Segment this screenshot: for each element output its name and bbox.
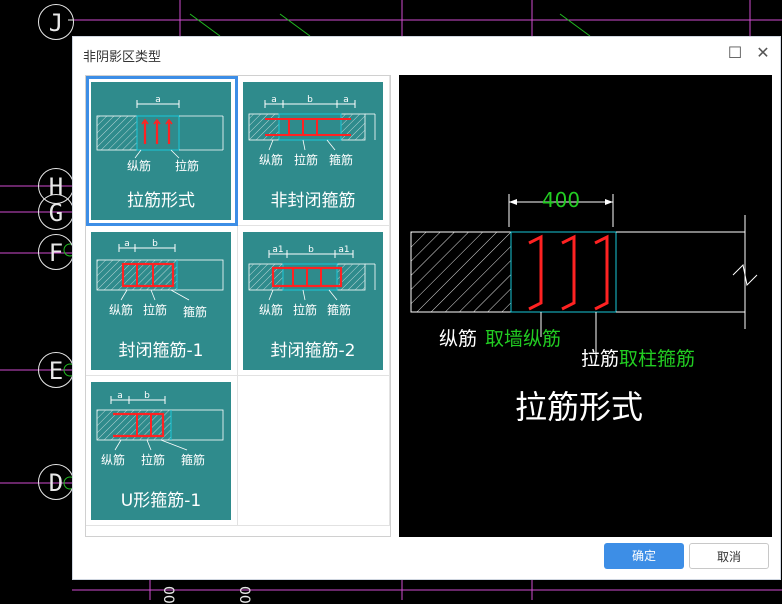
option-label: 拉筋形式 <box>127 191 195 211</box>
option-tile: a1 b a1 纵筋 拉筋 箍筋 封闭箍筋-2 <box>243 232 383 370</box>
option-u-stirrup-1[interactable]: a b 纵筋 拉筋 箍筋 U形箍筋-1 <box>86 376 238 526</box>
option-grid: a 纵筋 拉筋 拉筋形式 a b a 纵筋 拉筋 箍筋 非封闭箍筋 a b 纵筋… <box>85 75 391 537</box>
note-tie: 拉筋 <box>175 158 199 173</box>
maximize-icon[interactable]: ☐ <box>725 43 745 63</box>
dim-label-b: b <box>152 239 158 249</box>
note-stirrup: 箍筋 <box>327 302 351 317</box>
dialog-title: 非阴影区类型 <box>83 50 162 65</box>
option-tile: a b 纵筋 拉筋 箍筋 U形箍筋-1 <box>91 382 231 520</box>
dim-label-a2: a <box>343 95 349 105</box>
note-longitudinal: 纵筋 <box>259 152 283 167</box>
preview-diagram: 400 纵筋 取墙纵筋 拉筋 取柱箍筋 拉筋形式 <box>410 188 758 426</box>
axis-label-d: D <box>38 464 74 500</box>
note-stirrup: 箍筋 <box>329 152 353 167</box>
option-closed-stirrup-1[interactable]: a b 纵筋 拉筋 箍筋 封闭箍筋-1 <box>86 226 238 376</box>
note-stirrup: 箍筋 <box>181 452 205 467</box>
dim-label-a1-2: a1 <box>338 245 349 255</box>
option-tie-bar[interactable]: a 纵筋 拉筋 拉筋形式 <box>86 76 238 226</box>
note-longitudinal: 纵筋 <box>109 302 133 317</box>
option-closed-stirrup-2[interactable]: a1 b a1 纵筋 拉筋 箍筋 封闭箍筋-2 <box>238 226 390 376</box>
non-shaded-type-dialog: 非阴影区类型 ☐ ✕ a 纵筋 拉筋 拉筋形式 a b a 纵筋 拉筋 箍筋 非… <box>72 36 781 580</box>
option-tile: a b 纵筋 拉筋 箍筋 封闭箍筋-1 <box>91 232 231 370</box>
note-tie: 拉筋 <box>293 302 317 317</box>
note-tie: 拉筋 <box>294 152 318 167</box>
note-longitudinal: 纵筋 <box>259 302 283 317</box>
note-longitudinal: 纵筋 <box>101 452 125 467</box>
ok-button[interactable]: 确定 <box>604 543 684 569</box>
note-stirrup: 箍筋 <box>183 304 207 319</box>
axis-label-e: E <box>38 352 74 388</box>
dim-label-b: b <box>308 245 314 255</box>
option-label: 非封闭箍筋 <box>270 191 356 211</box>
option-label: 封闭箍筋-1 <box>118 341 204 361</box>
option-tile: a b a 纵筋 拉筋 箍筋 非封闭箍筋 <box>243 82 383 220</box>
preview-label-tie: 拉筋 <box>581 348 619 370</box>
bottom-number-2: 00 <box>236 586 252 604</box>
dim-label: a <box>155 95 161 105</box>
preview-value-longitudinal: 取墙纵筋 <box>485 328 561 350</box>
empty-cell <box>238 376 390 526</box>
dim-label-b: b <box>144 391 150 401</box>
preview-pane: 400 纵筋 取墙纵筋 拉筋 取柱箍筋 拉筋形式 <box>399 75 772 537</box>
preview-caption: 拉筋形式 <box>515 388 643 426</box>
note-longitudinal: 纵筋 <box>127 158 151 173</box>
bottom-number-1: 00 <box>160 586 176 604</box>
option-label: 封闭箍筋-2 <box>270 341 356 361</box>
preview-value-tie: 取柱箍筋 <box>619 348 695 370</box>
option-open-stirrup[interactable]: a b a 纵筋 拉筋 箍筋 非封闭箍筋 <box>238 76 390 226</box>
axis-label-f: F <box>38 234 74 270</box>
cancel-button[interactable]: 取消 <box>689 543 769 569</box>
dim-label-a1: a1 <box>272 245 283 255</box>
option-label: U形箍筋-1 <box>120 491 202 511</box>
note-tie: 拉筋 <box>141 452 165 467</box>
axis-label-g: G <box>38 194 74 230</box>
dim-label-a: a <box>124 239 130 249</box>
preview-dimension: 400 <box>542 188 580 212</box>
dim-label-b: b <box>307 95 313 105</box>
close-icon[interactable]: ✕ <box>753 43 773 63</box>
note-tie: 拉筋 <box>143 302 167 317</box>
axis-label-j: J <box>38 4 74 40</box>
dim-label-a: a <box>271 95 277 105</box>
option-tile: a 纵筋 拉筋 拉筋形式 <box>91 82 231 220</box>
dim-label-a: a <box>117 391 123 401</box>
preview-label-longitudinal: 纵筋 <box>439 328 477 350</box>
